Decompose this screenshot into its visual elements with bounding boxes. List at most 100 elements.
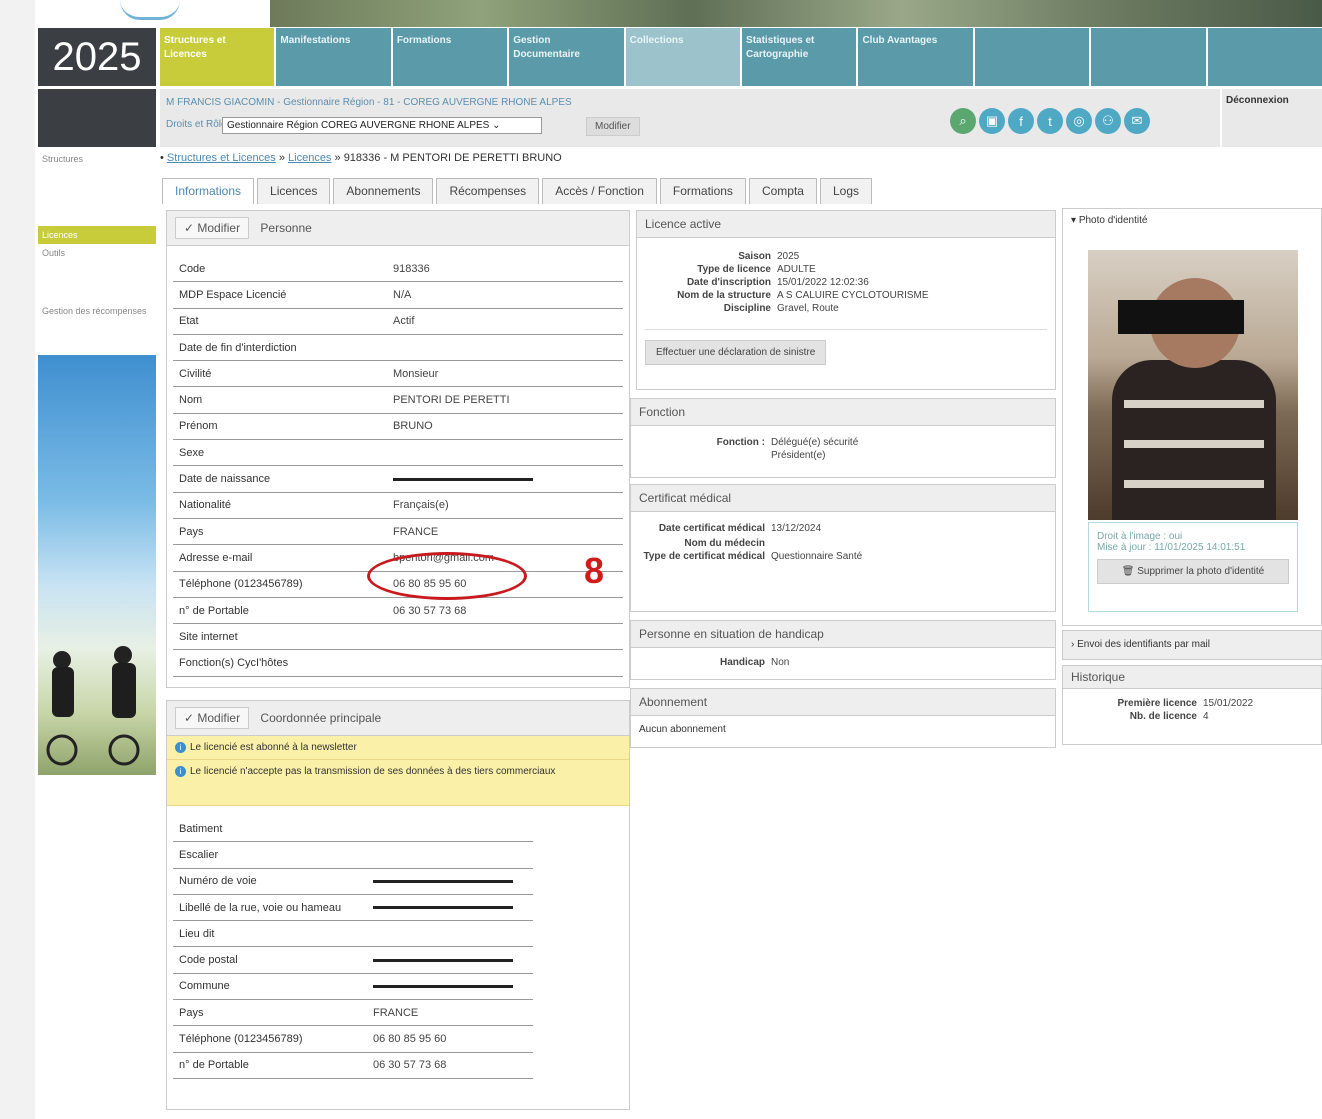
personne-modify-button[interactable]: ✓ Modifier: [175, 217, 250, 239]
photo-panel-header[interactable]: ▾ Photo d'identité: [1063, 209, 1321, 232]
nav-club-avantages[interactable]: Club Avantages: [858, 28, 973, 86]
breadcrumb-structures[interactable]: Structures et Licences: [167, 152, 276, 164]
tab-acces-fonction[interactable]: Accès / Fonction: [542, 178, 657, 204]
calendar-icon[interactable]: ▣: [979, 108, 1005, 134]
sidebar-item-licences[interactable]: Licences: [38, 226, 156, 244]
table-row: Téléphone (0123456789) 06 80 85 95 60: [173, 1026, 533, 1053]
licence-active-title: Licence active: [637, 211, 1055, 238]
nav-structures-licences[interactable]: Structures et Licences: [160, 28, 275, 86]
sidebar-item-recompenses[interactable]: Gestion des récompenses: [38, 302, 156, 320]
row-label: Fonction(s) CycI'hôtes: [179, 657, 289, 670]
breadcrumb-bullet: •: [160, 152, 164, 164]
table-row: Pays FRANCE: [173, 519, 623, 546]
tab-recompenses[interactable]: Récompenses: [436, 178, 540, 204]
kv-label: Date d'inscription: [686, 277, 771, 288]
sidebar-item-structures[interactable]: Structures: [38, 150, 156, 168]
kv-label: Discipline: [723, 303, 771, 314]
kv-value: ADULTE: [777, 264, 816, 275]
sidebar: Structures Licences Outils Gestion des r…: [38, 150, 156, 1110]
handicap-panel: Personne en situation de handicap Handic…: [630, 620, 1056, 680]
envoi-label: Envoi des identifiants par mail: [1077, 639, 1210, 650]
row-label: Civilité: [179, 367, 212, 380]
tab-logs[interactable]: Logs: [819, 178, 872, 204]
kv-row: Nom de la structure A S CALUIRE CYCLOTOUR…: [637, 289, 1055, 302]
delete-label: Supprimer la photo d'identité: [1137, 566, 1265, 577]
nav-gestion-documentaire[interactable]: Gestion Documentaire: [509, 28, 624, 86]
kv-label: Date certificat médical: [658, 523, 765, 534]
kv-value: 13/12/2024: [771, 523, 822, 534]
redacted-value: [373, 984, 513, 988]
photo-stripe: [1124, 400, 1264, 408]
breadcrumb-licences[interactable]: Licences: [288, 152, 331, 164]
kv-label: Saison: [738, 251, 771, 262]
kv-label: Type de certificat médical: [643, 551, 765, 562]
table-row: Fonction(s) CycI'hôtes: [173, 650, 623, 677]
role-modify-button[interactable]: Modifier: [586, 117, 640, 136]
kv-row: Type de certificat médical Questionnaire …: [631, 550, 1055, 563]
row-label: Sexe: [179, 446, 205, 459]
instagram-icon[interactable]: ◎: [1066, 108, 1092, 134]
table-row: Numéro de voie: [173, 869, 533, 895]
year-badge: 2025: [38, 28, 156, 86]
personne-panel: ✓ Modifier Personne Code 918336 MDP Espac…: [166, 210, 630, 688]
row-label: Adresse e-mail: [179, 551, 253, 564]
sidebar-item-outils[interactable]: Outils: [38, 244, 156, 262]
table-row: Libellé de la rue, voie ou hameau: [173, 895, 533, 922]
sinistre-wrap: Effectuer une déclaration de sinistre: [645, 329, 1047, 365]
breadcrumb-separator: »: [278, 152, 285, 164]
declaration-sinistre-button[interactable]: Effectuer une déclaration de sinistre: [645, 340, 827, 365]
envoi-identifiants[interactable]: › Envoi des identifiants par mail: [1062, 630, 1322, 660]
kv-row: Saison 2025: [637, 250, 1055, 263]
mail-icon[interactable]: ✉: [1124, 108, 1150, 134]
row-label: MDP Espace Licencié: [179, 288, 287, 301]
role-select[interactable]: Gestionnaire Région COREG AUVERGNE RHONE…: [222, 117, 542, 134]
personne-title: Personne: [260, 221, 312, 235]
historique-rows: Première licence 15/01/2022 Nb. de licenc…: [1063, 689, 1321, 723]
kv-value: 15/01/2022 12:02:36: [777, 277, 869, 288]
table-row: Date de fin d'interdiction: [173, 335, 623, 362]
role-select-value: Gestionnaire Région COREG AUVERGNE RHONE…: [227, 120, 490, 131]
search-icon[interactable]: ⌕: [950, 108, 976, 134]
tab-formations[interactable]: Formations: [659, 178, 746, 204]
row-label: Pays: [179, 1006, 204, 1019]
annotation-ellipse: [367, 552, 527, 600]
kv-label: Première licence: [1117, 698, 1198, 709]
nav-formations[interactable]: Formations: [392, 28, 508, 86]
notice-text: Le licencié n'accepte pas la transmissio…: [190, 766, 556, 777]
tab-licences[interactable]: Licences: [257, 178, 331, 204]
logout-button[interactable]: Déconnexion: [1222, 89, 1322, 147]
tab-informations[interactable]: Informations: [162, 178, 255, 204]
row-label: Date de naissance: [179, 473, 271, 486]
photo-title: Photo d'identité: [1078, 215, 1148, 226]
licence-active-rows: Saison 2025 Type de licence ADULTE Date d'…: [637, 238, 1055, 315]
user-line: M FRANCIS GIACOMIN - Gestionnaire Région…: [166, 97, 572, 108]
logo-arc: [120, 0, 180, 20]
table-row: Commune: [173, 974, 533, 1001]
licence-active-panel: Licence active Saison 2025 Type de licenc…: [636, 210, 1056, 390]
left-margin: [0, 0, 35, 1119]
row-value: 06 30 57 73 68: [393, 604, 467, 617]
table-row: Etat Actif: [173, 309, 623, 335]
nav-collections[interactable]: Collections: [625, 28, 741, 86]
modify-label: Modifier: [197, 221, 241, 235]
twitter-icon[interactable]: t: [1037, 108, 1063, 134]
facebook-icon[interactable]: f: [1008, 108, 1034, 134]
certificat-title: Certificat médical: [631, 485, 1055, 512]
row-label: Prénom: [179, 420, 218, 433]
row-label: Nationalité: [179, 499, 231, 512]
table-row: n° de Portable 06 30 57 73 68: [173, 1053, 533, 1079]
kv-row: Discipline Gravel, Route: [637, 302, 1055, 315]
table-row: Escalier: [173, 842, 533, 869]
coordonnee-modify-button[interactable]: ✓ Modifier: [175, 707, 250, 729]
tab-compta[interactable]: Compta: [748, 178, 817, 204]
nav-manifestations[interactable]: Manifestations: [276, 28, 391, 86]
row-label: Pays: [179, 525, 204, 538]
tab-abonnements[interactable]: Abonnements: [333, 178, 434, 204]
bike-icon[interactable]: ⚇: [1095, 108, 1121, 134]
top-navigation: Structures et Licences Manifestations Fo…: [160, 28, 1322, 86]
nav-empty-3: [1207, 28, 1322, 86]
delete-photo-button[interactable]: 🗑 Supprimer la photo d'identité: [1097, 559, 1289, 584]
kv-value-group: Délégué(e) sécurité Président(e): [771, 436, 858, 462]
row-value: Français(e): [393, 499, 449, 512]
nav-statistiques[interactable]: Statistiques et Cartographie: [742, 28, 857, 86]
